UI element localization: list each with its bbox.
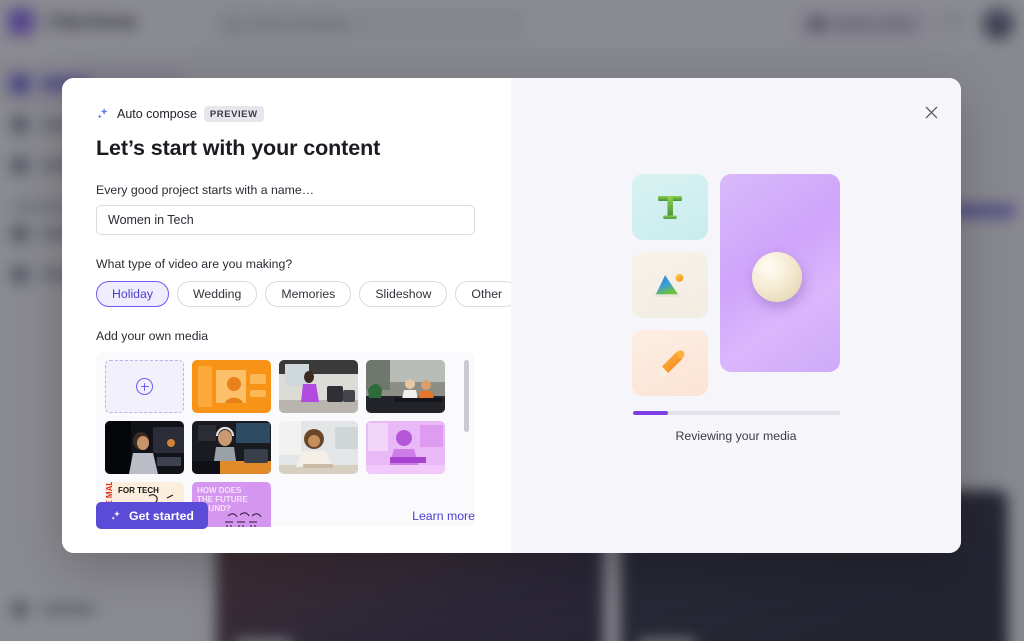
get-started-button[interactable]: Get started: [96, 502, 208, 529]
preview-progress: Reviewing your media: [511, 411, 961, 443]
learn-more-link[interactable]: Learn more: [412, 509, 475, 523]
plus-circle-icon: [136, 378, 153, 395]
close-button[interactable]: [918, 99, 944, 125]
sparkle-icon: [97, 107, 108, 119]
chip-other[interactable]: Other: [455, 281, 519, 307]
modal-eyebrow: Auto compose PREVIEW: [96, 104, 511, 123]
progress-fill: [632, 411, 668, 415]
thumb-woman-purple-top-office: [279, 360, 358, 413]
thumb-person-headphones-studio: [192, 421, 271, 474]
thumb-woman-at-laptop-dark: [105, 421, 184, 474]
chip-holiday[interactable]: Holiday: [96, 281, 170, 307]
progress-track: [632, 411, 840, 415]
video-type-label: What type of video are you making?: [96, 257, 293, 271]
modal-footer: Get started Learn more: [96, 502, 475, 529]
preview-image-card: [632, 252, 708, 318]
media-scrollbar-thumb[interactable]: [464, 360, 469, 432]
media-thumbnail[interactable]: [192, 360, 271, 413]
progress-status-text: Reviewing your media: [675, 429, 797, 443]
sparkle-icon: [111, 510, 120, 520]
preview-render-card: [720, 174, 840, 372]
chip-slideshow[interactable]: Slideshow: [359, 281, 448, 307]
modal-left-pane: Auto compose PREVIEW Let’s start with yo…: [62, 78, 519, 553]
preview-mini-column: [632, 174, 708, 396]
media-scrollbar[interactable]: [464, 360, 469, 518]
thumb-woman-presenting-orange: [192, 360, 271, 413]
thumb-workspace-purple-overlay: [366, 421, 445, 474]
pencil-icon: [658, 350, 685, 377]
modal-right-pane: Reviewing your media: [511, 78, 961, 553]
media-thumbnail[interactable]: [279, 421, 358, 474]
mountain-icon: [654, 273, 684, 298]
preview-stage: [511, 174, 961, 396]
thumb-woman-curly-hair-desk: [279, 421, 358, 474]
svg-text:HOW DOES: HOW DOES: [197, 486, 242, 495]
add-media-label: Add your own media: [96, 329, 209, 343]
close-icon: [925, 106, 937, 118]
modal-title: Let’s start with your content: [96, 136, 381, 160]
media-thumbnail[interactable]: [105, 421, 184, 474]
media-thumbnail[interactable]: [366, 421, 445, 474]
thumb-team-meeting-open-office: [366, 360, 445, 413]
status-badge: PREVIEW: [203, 105, 264, 122]
preview-pen-card: [632, 330, 708, 396]
media-thumbnail[interactable]: [192, 421, 271, 474]
chip-wedding[interactable]: Wedding: [177, 281, 258, 307]
project-name-label: Every good project starts with a name…: [96, 183, 315, 197]
media-thumbnail[interactable]: [279, 360, 358, 413]
auto-compose-modal: Auto compose PREVIEW Let’s start with yo…: [62, 78, 961, 553]
eyebrow-label: Auto compose: [117, 106, 197, 121]
sphere-shape: [752, 252, 802, 302]
svg-text:FOR TECH: FOR TECH: [118, 486, 159, 495]
text-t-icon: [658, 195, 682, 219]
media-thumbnail[interactable]: [366, 360, 445, 413]
chip-memories[interactable]: Memories: [265, 281, 352, 307]
screen: Clipchamp Search templates Create a vide…: [0, 0, 1024, 641]
add-media-tile[interactable]: [105, 360, 184, 413]
project-name-input[interactable]: [96, 205, 475, 235]
media-grid-container: WE ARE MAD FOR TECH HO: [96, 352, 475, 527]
get-started-label: Get started: [129, 508, 194, 523]
video-type-chip-group: Holiday Wedding Memories Slideshow Other: [96, 281, 519, 307]
preview-text-card: [632, 174, 708, 240]
